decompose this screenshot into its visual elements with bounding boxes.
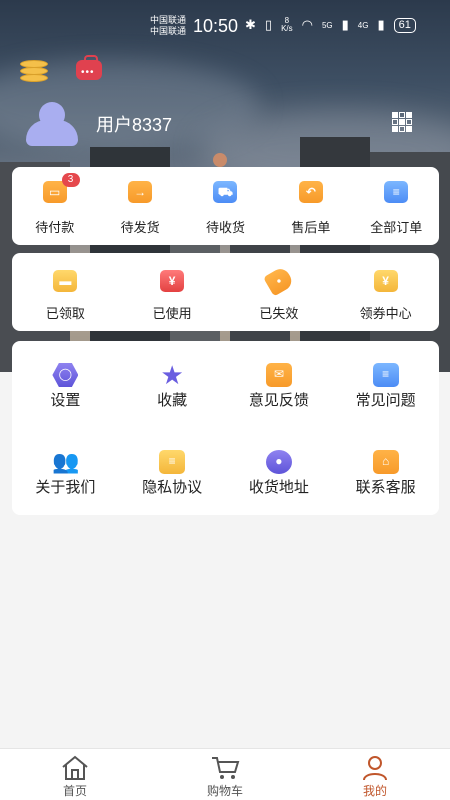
order-pending-payment[interactable]: ▭ 3 待付款 <box>12 167 97 245</box>
avatar[interactable] <box>26 102 78 146</box>
after-sales-icon: ↶ <box>298 181 323 203</box>
carrier-info: 中国联通 中国联通 <box>150 15 186 37</box>
vibrate-icon: ▯ <box>264 17 273 32</box>
bluetooth-icon: ✱ <box>245 17 256 32</box>
net-speed-unit: K/s <box>281 24 293 33</box>
signal-icon: ▮ <box>377 17 385 32</box>
service-label: 联系客服 <box>355 479 416 496</box>
about-us-icon: 👥 <box>52 449 80 474</box>
service-address[interactable]: ● 收货地址 <box>226 428 333 515</box>
service-label: 收藏 <box>157 392 188 409</box>
service-about-us[interactable]: 👥 关于我们 <box>12 428 119 515</box>
coupon-used[interactable]: ¥ 已使用 <box>119 253 226 331</box>
coupon-label: 领券中心 <box>359 306 412 321</box>
status-icons: ✱ ▯ 8 K/s ◠ 5G ▮ 4G ▮ 61 <box>245 17 416 33</box>
pending-receipt-icon: ⛟ <box>213 181 238 203</box>
service-label: 关于我们 <box>35 479 96 496</box>
coupon-claimed[interactable]: ▬ 已领取 <box>12 253 119 331</box>
pending-payment-badge: 3 <box>61 173 80 187</box>
home-icon <box>62 755 88 780</box>
all-orders-icon: ≡ <box>384 181 409 203</box>
order-after-sales[interactable]: ↶ 售后单 <box>268 167 353 245</box>
tab-cart[interactable]: 购物车 <box>150 749 300 800</box>
order-all[interactable]: ≡ 全部订单 <box>354 167 439 245</box>
coupon-used-icon: ¥ <box>160 270 185 292</box>
service-settings[interactable]: ◯ 设置 <box>12 341 119 428</box>
faq-icon: ≡ <box>372 363 399 387</box>
coupon-claimed-icon: ▬ <box>53 270 78 292</box>
coupon-expired-icon: • <box>262 265 295 297</box>
carrier-1: 中国联通 <box>150 15 187 25</box>
service-label: 隐私协议 <box>142 479 203 496</box>
service-label: 常见问题 <box>355 392 416 409</box>
service-customer-service[interactable]: ⌂ 联系客服 <box>332 428 439 515</box>
wifi-icon: ◠ <box>301 17 313 32</box>
coupon-label: 已失效 <box>259 306 299 321</box>
signal-icon: ▮ <box>341 17 349 32</box>
order-label: 售后单 <box>291 220 331 235</box>
customer-service-icon: ⌂ <box>372 450 399 474</box>
coupon-expired[interactable]: • 已失效 <box>226 253 333 331</box>
service-label: 意见反馈 <box>248 392 309 409</box>
profile-icon <box>362 756 387 781</box>
service-label: 设置 <box>50 392 81 409</box>
coupon-center-icon: ¥ <box>373 270 398 292</box>
pending-shipment-icon: → <box>128 181 153 203</box>
address-icon: ● <box>265 450 292 474</box>
order-label: 待发货 <box>120 220 160 235</box>
signal-5g: 5G <box>321 20 333 30</box>
service-privacy[interactable]: ≡ 隐私协议 <box>119 428 226 515</box>
privacy-icon: ≡ <box>159 450 186 474</box>
order-pending-receipt[interactable]: ⛟ 待收货 <box>183 167 268 245</box>
coupon-center[interactable]: ¥ 领券中心 <box>332 253 439 331</box>
services-card: ◯ 设置 ★ 收藏 ✉ 意见反馈 ≡ 常见问题 👥 关于我们 ≡ 隐私协议 ● … <box>12 341 439 515</box>
tab-home[interactable]: 首页 <box>0 749 150 800</box>
sun <box>213 153 227 167</box>
bottom-nav: 首页 购物车 我的 <box>0 748 450 800</box>
tab-label: 购物车 <box>206 784 243 798</box>
order-pending-shipment[interactable]: → 待发货 <box>97 167 182 245</box>
signal-4g: 4G <box>357 20 369 30</box>
settings-icon: ◯ <box>52 363 79 387</box>
net-speed: 8 K/s <box>281 17 293 33</box>
qr-code-icon[interactable] <box>392 112 412 132</box>
cart-icon <box>211 757 240 779</box>
order-label: 待收货 <box>205 220 245 235</box>
message-icon[interactable]: ••• <box>76 55 102 80</box>
service-feedback[interactable]: ✉ 意见反馈 <box>226 341 333 428</box>
favorites-icon: ★ <box>160 360 184 390</box>
tab-profile[interactable]: 我的 <box>300 749 450 800</box>
order-label: 全部订单 <box>370 220 423 235</box>
feedback-icon: ✉ <box>265 363 292 387</box>
carrier-2: 中国联通 <box>150 26 187 36</box>
battery-indicator: 61 <box>393 17 416 33</box>
username[interactable]: 用户8337 <box>96 111 172 137</box>
tab-label: 我的 <box>362 784 387 798</box>
service-favorites[interactable]: ★ 收藏 <box>119 341 226 428</box>
service-faq[interactable]: ≡ 常见问题 <box>332 341 439 428</box>
coupons-card: ▬ 已领取 ¥ 已使用 • 已失效 ¥ 领券中心 <box>12 253 439 331</box>
coupon-label: 已领取 <box>45 306 85 321</box>
order-label: 待付款 <box>35 220 75 235</box>
clock: 10:50 <box>193 16 239 36</box>
coupon-label: 已使用 <box>152 306 192 321</box>
status-bar: 中国联通 中国联通 10:50 ✱ ▯ 8 K/s ◠ 5G ▮ 4G ▮ 61 <box>0 0 450 42</box>
orders-card: ▭ 3 待付款 → 待发货 ⛟ 待收货 ↶ 售后单 ≡ 全部订单 <box>12 167 439 245</box>
service-label: 收货地址 <box>248 479 309 496</box>
tab-label: 首页 <box>62 784 87 798</box>
coins-icon[interactable] <box>20 60 48 82</box>
